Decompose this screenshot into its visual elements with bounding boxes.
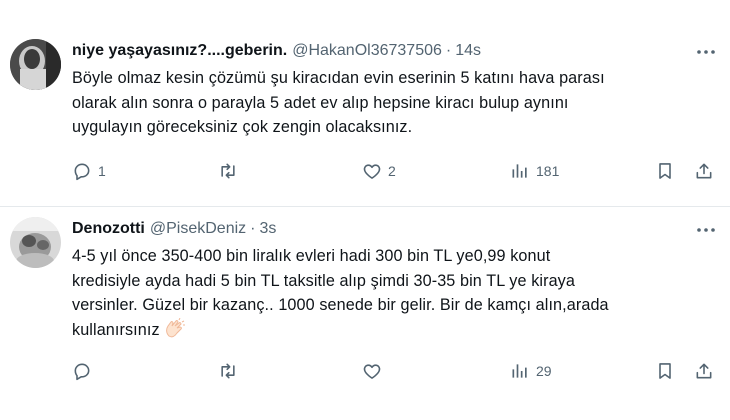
avatar[interactable] [10, 39, 61, 90]
reply-button[interactable] [72, 359, 98, 383]
reply-button[interactable]: 1 [72, 159, 106, 183]
views-count: 181 [536, 163, 560, 179]
action-bar: 1 2 181 [66, 159, 718, 183]
heart-icon [363, 364, 381, 379]
views-icon [512, 164, 527, 178]
clapping-hands-icon [164, 317, 186, 346]
avatar[interactable] [10, 217, 61, 268]
views-button[interactable]: 29 [510, 359, 552, 383]
share-icon [696, 363, 712, 379]
timestamp[interactable]: 14s [455, 42, 481, 60]
repost-icon [221, 163, 235, 179]
views-icon [512, 364, 527, 378]
heart-icon [363, 164, 381, 179]
more-icon[interactable] [696, 220, 716, 240]
bookmark-icon [659, 163, 671, 179]
tweet-text-line: uygulayın göreceksiniz çok zengin olacak… [72, 118, 413, 136]
bookmark-button[interactable] [655, 359, 675, 383]
tweet[interactable]: niye yaşayasınız?....geberin. @HakanOl36… [0, 0, 730, 207]
separator: · [445, 42, 452, 59]
share-button[interactable] [694, 359, 714, 383]
tweet-text-line: kullanırsınız [72, 320, 160, 339]
display-name[interactable]: niye yaşayasınız?....geberin. [72, 42, 287, 60]
share-icon [696, 163, 712, 179]
user-handle[interactable]: @HakanOl36737506 [292, 42, 442, 60]
tweet-header: Denozotti @PisekDeniz · 3s [72, 218, 276, 240]
repost-button[interactable] [218, 359, 244, 383]
reply-count: 1 [98, 163, 106, 179]
tweet-text-line: Böyle olmaz kesin çözümü şu kiracıdan ev… [72, 69, 605, 87]
separator: · [250, 220, 256, 237]
bookmark-button[interactable] [655, 159, 675, 183]
tweet[interactable]: Denozotti @PisekDeniz · 3s 4-5 yıl önce … [0, 207, 730, 420]
views-count: 29 [536, 363, 552, 379]
like-button[interactable] [362, 359, 388, 383]
repost-icon [221, 363, 235, 379]
tweet-text: 4-5 yıl önce 350-400 bin liralık evleri … [72, 244, 717, 345]
views-button[interactable]: 181 [510, 159, 559, 183]
more-icon[interactable] [696, 42, 716, 62]
reply-icon [74, 363, 90, 381]
tweet-text-line: 4-5 yıl önce 350-400 bin liralık evleri … [72, 247, 551, 265]
action-bar: 29 [66, 359, 718, 383]
reply-icon [74, 163, 90, 181]
bookmark-icon [659, 363, 671, 379]
like-count: 2 [388, 163, 396, 179]
tweet-text-line: versinler. Güzel bir kazanç.. 1000 sened… [72, 296, 609, 314]
display-name[interactable]: Denozotti [72, 220, 145, 238]
tweet-text-line: olarak alın sonra o parayla 5 adet ev al… [72, 93, 569, 112]
like-button[interactable]: 2 [362, 159, 396, 183]
tweet-text-line: kredisiyle ayda hadi 5 bin TL taksitle a… [72, 271, 575, 290]
share-button[interactable] [694, 159, 714, 183]
user-handle[interactable]: @PisekDeniz [150, 220, 246, 238]
timestamp[interactable]: 3s [259, 220, 276, 238]
tweet-text: Böyle olmaz kesin çözümü şu kiracıdan ev… [72, 66, 717, 140]
tweet-text-last-line: kullanırsınız [72, 317, 717, 346]
repost-button[interactable] [218, 159, 244, 183]
tweet-header: niye yaşayasınız?....geberin. @HakanOl36… [72, 40, 481, 62]
